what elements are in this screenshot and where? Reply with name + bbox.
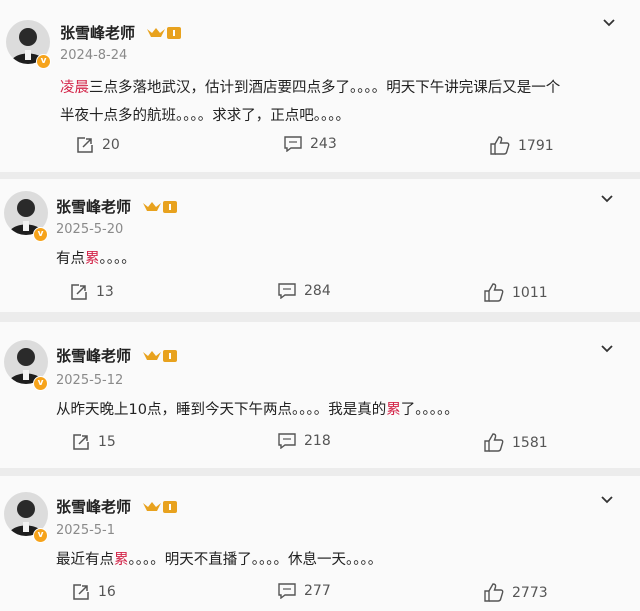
comment-count: 218	[304, 433, 331, 449]
like-action[interactable]: 1011	[484, 283, 548, 302]
username[interactable]: 张雪峰老师	[60, 22, 135, 43]
crown-icon	[143, 350, 177, 362]
post-text-highlight: 凌晨	[60, 80, 89, 96]
chevron-down-icon[interactable]	[600, 344, 614, 354]
post-text-pre: 最近有点	[56, 552, 114, 568]
verified-badge-icon: v	[33, 376, 48, 391]
post-text-pre: 从昨天晚上10点，睡到今天下午两点。。。。我是真的	[56, 402, 387, 418]
like-count: 1581	[512, 434, 548, 451]
post-text-pre: 有点	[56, 251, 85, 267]
like-count: 1011	[512, 284, 548, 301]
chevron-down-icon[interactable]	[600, 495, 614, 505]
like-count: 2773	[512, 584, 548, 601]
post-text-highlight: 累	[85, 251, 100, 267]
username[interactable]: 张雪峰老师	[56, 196, 131, 217]
comment-count: 243	[310, 136, 337, 152]
repost-count: 20	[102, 137, 120, 153]
post-card: v 张雪峰老师 2025-5-12 从昨天晚上10点，睡到今天下午两点。。。。我…	[0, 322, 640, 468]
post-card: v 张雪峰老师 2025-5-20 有点累。。。。 13 284 1011	[0, 179, 640, 312]
repost-count: 16	[98, 584, 116, 600]
username[interactable]: 张雪峰老师	[56, 345, 131, 366]
post-date: 2025-5-1	[56, 523, 116, 538]
repost-action[interactable]: 20	[76, 136, 120, 154]
post-text-line2: 半夜十点多的航班。。。。求求了，正点吧。。。。	[60, 108, 350, 124]
thumbs-up-icon	[484, 433, 504, 452]
repost-count: 15	[98, 434, 116, 450]
comment-icon	[278, 433, 296, 449]
like-action[interactable]: 2773	[484, 583, 548, 602]
post-text-post: 。。。。	[99, 251, 136, 267]
crown-icon	[147, 27, 181, 39]
comment-count: 284	[304, 283, 331, 299]
repost-action[interactable]: 16	[72, 583, 116, 601]
like-count: 1791	[518, 137, 554, 154]
post-card: v 张雪峰老师 2025-5-1 最近有点累。。。。明天不直播了。。。。休息一天…	[0, 476, 640, 611]
post-date: 2025-5-20	[56, 222, 124, 237]
post-text: 有点累。。。。	[56, 245, 136, 273]
comment-icon	[278, 283, 296, 299]
like-action[interactable]: 1581	[484, 433, 548, 452]
repost-icon	[73, 434, 89, 450]
post-text: 凌晨三点多落地武汉，估计到酒店要四点多了。。。。明天下午讲完课后又是一个 半夜十…	[60, 74, 560, 130]
chevron-down-icon[interactable]	[602, 18, 616, 28]
thumbs-up-icon	[490, 136, 510, 155]
repost-action[interactable]: 15	[72, 433, 116, 451]
post-date: 2024-8-24	[60, 48, 128, 63]
post-text-post: 了。。。。。	[400, 402, 459, 418]
repost-icon	[73, 584, 89, 600]
post-text-post: 。。。。明天不直播了。。。。休息一天。。。。	[128, 552, 383, 568]
comment-action[interactable]: 277	[278, 583, 331, 599]
post-text-highlight: 累	[386, 402, 401, 418]
crown-icon	[143, 501, 177, 513]
comment-action[interactable]: 218	[278, 433, 331, 449]
repost-icon	[71, 284, 87, 300]
repost-icon	[77, 137, 93, 153]
post-text: 从昨天晚上10点，睡到今天下午两点。。。。我是真的累了。。。。。	[56, 396, 459, 424]
comment-icon	[278, 583, 296, 599]
comment-action[interactable]: 284	[278, 283, 331, 299]
post-text-line1: 三点多落地武汉，估计到酒店要四点多了。。。。明天下午讲完课后又是一个	[89, 80, 561, 96]
thumbs-up-icon	[484, 283, 504, 302]
comment-icon	[284, 136, 302, 152]
comment-action[interactable]: 243	[284, 136, 337, 152]
like-action[interactable]: 1791	[490, 136, 554, 155]
post-text: 最近有点累。。。。明天不直播了。。。。休息一天。。。。	[56, 546, 382, 574]
thumbs-up-icon	[484, 583, 504, 602]
verified-badge-icon: v	[36, 54, 51, 69]
comment-count: 277	[304, 583, 331, 599]
username[interactable]: 张雪峰老师	[56, 496, 131, 517]
repost-count: 13	[96, 284, 114, 300]
chevron-down-icon[interactable]	[600, 194, 614, 204]
verified-badge-icon: v	[33, 528, 48, 543]
post-text-highlight: 累	[114, 552, 129, 568]
post-date: 2025-5-12	[56, 373, 124, 388]
post-card: v 张雪峰老师 2024-8-24 凌晨三点多落地武汉，估计到酒店要四点多了。。…	[0, 0, 640, 172]
verified-badge-icon: v	[33, 227, 48, 242]
repost-action[interactable]: 13	[70, 283, 114, 301]
crown-icon	[143, 201, 177, 213]
